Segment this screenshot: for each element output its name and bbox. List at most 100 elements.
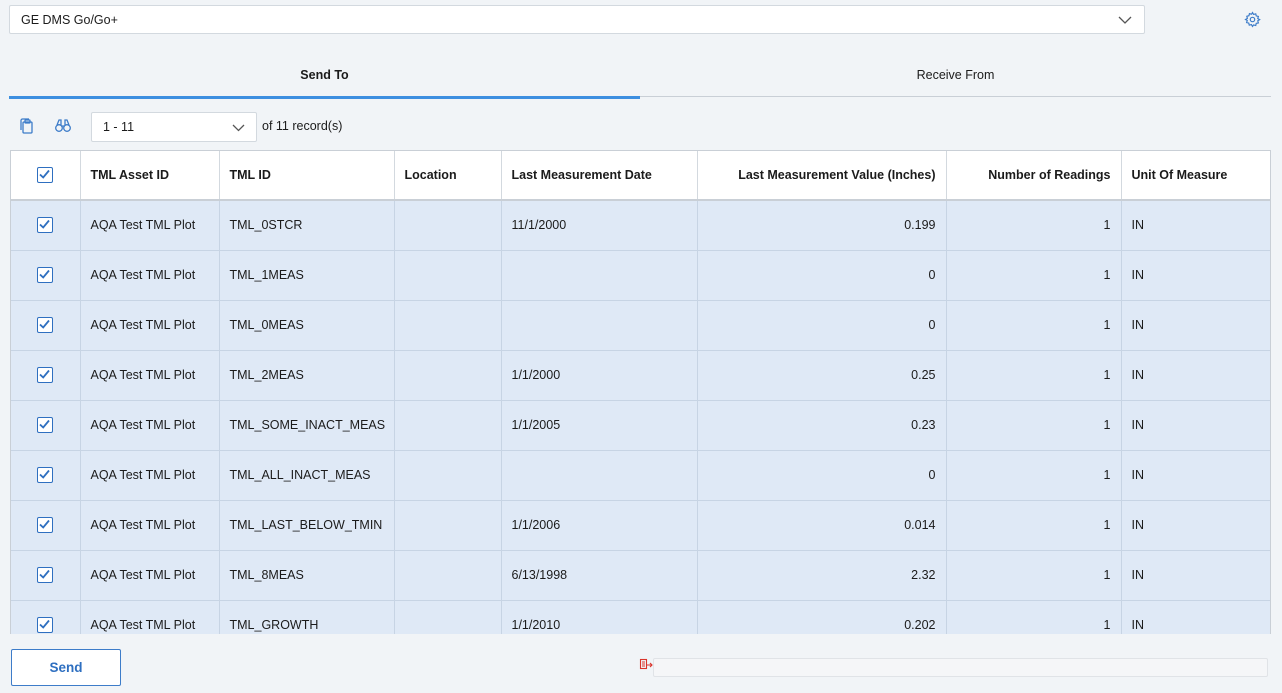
- cell-tml-id: TML_ALL_INACT_MEAS: [219, 450, 395, 501]
- copy-icon[interactable]: [18, 117, 36, 135]
- select-all-checkbox[interactable]: [37, 167, 54, 183]
- cell-number-of-readings: 1: [946, 500, 1122, 551]
- cell-location: [394, 200, 502, 251]
- record-range-select[interactable]: 1 - 11: [91, 112, 257, 142]
- cell-tml-asset-id: AQA Test TML Plot: [80, 400, 220, 451]
- cell-unit-of-measure: IN: [1121, 300, 1270, 351]
- cell-last-measurement-value: 0.23: [697, 400, 947, 451]
- col-header-number-of-readings[interactable]: Number of Readings: [946, 151, 1122, 201]
- select-all-cell: [11, 151, 81, 201]
- cell-number-of-readings: 1: [946, 550, 1122, 601]
- cell-tml-id: TML_LAST_BELOW_TMIN: [219, 500, 395, 551]
- table-row[interactable]: AQA Test TML Plot TML_1MEAS 0 1 IN: [11, 250, 1270, 301]
- cell-last-measurement-date: 1/1/2006: [501, 500, 698, 551]
- row-checkbox[interactable]: [37, 567, 54, 583]
- table-row[interactable]: AQA Test TML Plot TML_8MEAS 6/13/1998 2.32 1…: [11, 550, 1270, 601]
- table-row[interactable]: AQA Test TML Plot TML_0MEAS 0 1 IN: [11, 300, 1270, 351]
- tab-send-to-label: Send To: [300, 67, 349, 82]
- row-checkbox[interactable]: [37, 367, 54, 383]
- cell-number-of-readings: 1: [946, 250, 1122, 301]
- send-progress-bar: [653, 658, 1268, 677]
- row-checkbox[interactable]: [37, 267, 54, 283]
- cell-number-of-readings: 1: [946, 300, 1122, 351]
- cell-tml-asset-id: AQA Test TML Plot: [80, 300, 220, 351]
- send-button[interactable]: Send: [11, 649, 121, 686]
- record-range-value: 1 - 11: [103, 120, 135, 134]
- check-icon: [39, 319, 50, 329]
- row-checkbox[interactable]: [37, 617, 54, 633]
- cell-number-of-readings: 1: [946, 350, 1122, 401]
- table-row[interactable]: AQA Test TML Plot TML_0STCR 11/1/2000 0.199…: [11, 200, 1270, 251]
- page: GE DMS Go/Go+ Send To Receive From 1 - 1…: [0, 0, 1282, 693]
- col-header-unit-of-measure[interactable]: Unit Of Measure: [1121, 151, 1270, 201]
- table-row[interactable]: AQA Test TML Plot TML_LAST_BELOW_TMIN 1/1/…: [11, 500, 1270, 551]
- chevron-down-icon: [232, 124, 245, 132]
- cell-tml-asset-id: AQA Test TML Plot: [80, 250, 220, 301]
- grid-header-row: TML Asset ID TML ID Location Last Measur…: [11, 151, 1270, 201]
- cell-last-measurement-value: 0: [697, 450, 947, 501]
- device-select[interactable]: GE DMS Go/Go+: [9, 5, 1145, 34]
- binoculars-icon[interactable]: [54, 117, 72, 135]
- cell-location: [394, 450, 502, 501]
- cell-tml-asset-id: AQA Test TML Plot: [80, 500, 220, 551]
- col-header-location[interactable]: Location: [394, 151, 502, 201]
- device-select-value: GE DMS Go/Go+: [21, 12, 118, 27]
- table-row[interactable]: AQA Test TML Plot TML_2MEAS 1/1/2000 0.25 1 I…: [11, 350, 1270, 401]
- table-row[interactable]: AQA Test TML Plot TML_ALL_INACT_MEAS 0 1 IN: [11, 450, 1270, 501]
- row-select-cell: [11, 350, 81, 401]
- cell-number-of-readings: 1: [946, 450, 1122, 501]
- row-select-cell: [11, 400, 81, 451]
- cell-last-measurement-date: [501, 250, 698, 301]
- cell-tml-asset-id: AQA Test TML Plot: [80, 550, 220, 601]
- row-checkbox[interactable]: [37, 317, 54, 333]
- cell-location: [394, 400, 502, 451]
- row-checkbox[interactable]: [37, 417, 54, 433]
- tab-send-to[interactable]: Send To: [9, 52, 640, 99]
- col-header-tml-id[interactable]: TML ID: [219, 151, 395, 201]
- cell-last-measurement-value: 0.202: [697, 600, 947, 634]
- cell-last-measurement-date: [501, 450, 698, 501]
- check-icon: [39, 269, 50, 279]
- cell-last-measurement-value: 0: [697, 250, 947, 301]
- cell-unit-of-measure: IN: [1121, 250, 1270, 301]
- table-row[interactable]: AQA Test TML Plot TML_GROWTH 1/1/2010 0.202…: [11, 600, 1270, 634]
- row-checkbox[interactable]: [37, 217, 54, 234]
- check-icon: [39, 619, 50, 629]
- chevron-down-icon: [1118, 16, 1132, 24]
- tab-receive-from[interactable]: Receive From: [640, 52, 1271, 97]
- row-checkbox[interactable]: [37, 467, 54, 483]
- tab-bar: Send To Receive From: [9, 52, 1271, 99]
- cell-unit-of-measure: IN: [1121, 350, 1270, 401]
- check-icon: [39, 169, 50, 179]
- cell-unit-of-measure: IN: [1121, 600, 1270, 634]
- cell-location: [394, 300, 502, 351]
- check-icon: [39, 569, 50, 579]
- cell-tml-id: TML_0STCR: [219, 200, 395, 251]
- col-header-tml-asset-id[interactable]: TML Asset ID: [80, 151, 220, 201]
- cell-number-of-readings: 1: [946, 200, 1122, 251]
- row-select-cell: [11, 500, 81, 551]
- cell-last-measurement-value: 0.25: [697, 350, 947, 401]
- cell-tml-asset-id: AQA Test TML Plot: [80, 200, 220, 251]
- cell-tml-asset-id: AQA Test TML Plot: [80, 600, 220, 634]
- gear-icon[interactable]: [1244, 11, 1261, 28]
- cell-tml-id: TML_8MEAS: [219, 550, 395, 601]
- record-count: of 11 record(s): [262, 119, 343, 133]
- col-header-last-measurement-value[interactable]: Last Measurement Value (Inches): [697, 151, 947, 201]
- cell-last-measurement-value: 2.32: [697, 550, 947, 601]
- cell-unit-of-measure: IN: [1121, 400, 1270, 451]
- cell-last-measurement-value: 0: [697, 300, 947, 351]
- row-select-cell: [11, 300, 81, 351]
- grid-toolbar: 1 - 11 of 11 record(s): [0, 108, 1282, 144]
- row-select-cell: [11, 200, 81, 251]
- grid-body: AQA Test TML Plot TML_0STCR 11/1/2000 0.199…: [11, 200, 1270, 634]
- col-header-last-measurement-date[interactable]: Last Measurement Date: [501, 151, 698, 201]
- cell-last-measurement-date: 11/1/2000: [501, 200, 698, 251]
- cell-tml-id: TML_2MEAS: [219, 350, 395, 401]
- cell-last-measurement-date: [501, 300, 698, 351]
- table-row[interactable]: AQA Test TML Plot TML_SOME_INACT_MEAS 1/1/…: [11, 400, 1270, 451]
- row-checkbox[interactable]: [37, 517, 54, 533]
- cell-last-measurement-date: 1/1/2000: [501, 350, 698, 401]
- cell-tml-id: TML_0MEAS: [219, 300, 395, 351]
- cell-last-measurement-date: 1/1/2005: [501, 400, 698, 451]
